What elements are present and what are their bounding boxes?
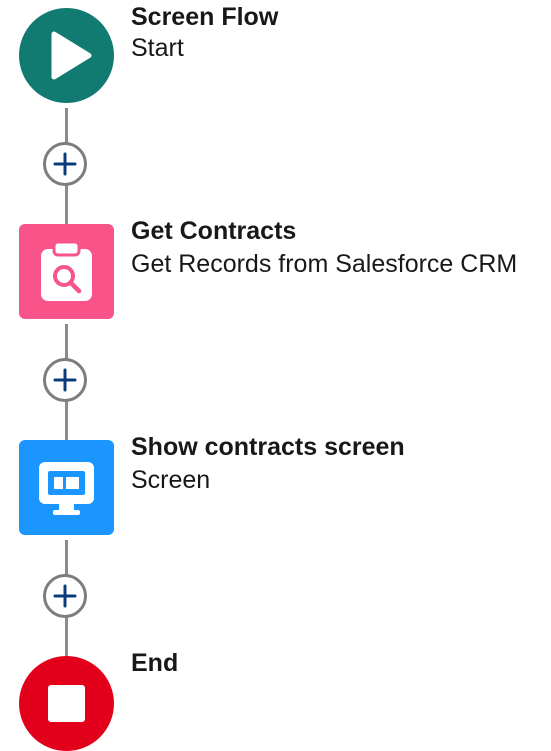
add-element-button[interactable] <box>43 142 87 186</box>
stop-icon <box>48 685 85 722</box>
show-contracts-screen-node-icon[interactable] <box>19 440 114 535</box>
end-node-title: End <box>131 649 179 677</box>
plus-icon <box>53 584 77 608</box>
start-node-icon[interactable] <box>19 8 114 103</box>
plus-icon <box>53 152 77 176</box>
add-element-button[interactable] <box>43 358 87 402</box>
show-contracts-node-subtitle: Screen <box>131 466 211 494</box>
get-contracts-node-title: Get Contracts <box>131 217 297 245</box>
monitor-icon <box>39 462 94 515</box>
start-node-title: Screen Flow <box>131 3 279 31</box>
plus-icon <box>53 368 77 392</box>
get-contracts-node-subtitle: Get Records from Salesforce CRM <box>131 250 518 278</box>
add-element-button[interactable] <box>43 574 87 618</box>
show-contracts-node-title: Show contracts screen <box>131 433 405 461</box>
clipboard-search-icon <box>41 240 92 301</box>
start-node-subtitle: Start <box>131 34 184 62</box>
get-contracts-node-icon[interactable] <box>19 224 114 319</box>
play-icon <box>51 31 92 80</box>
end-node-icon[interactable] <box>19 656 114 751</box>
